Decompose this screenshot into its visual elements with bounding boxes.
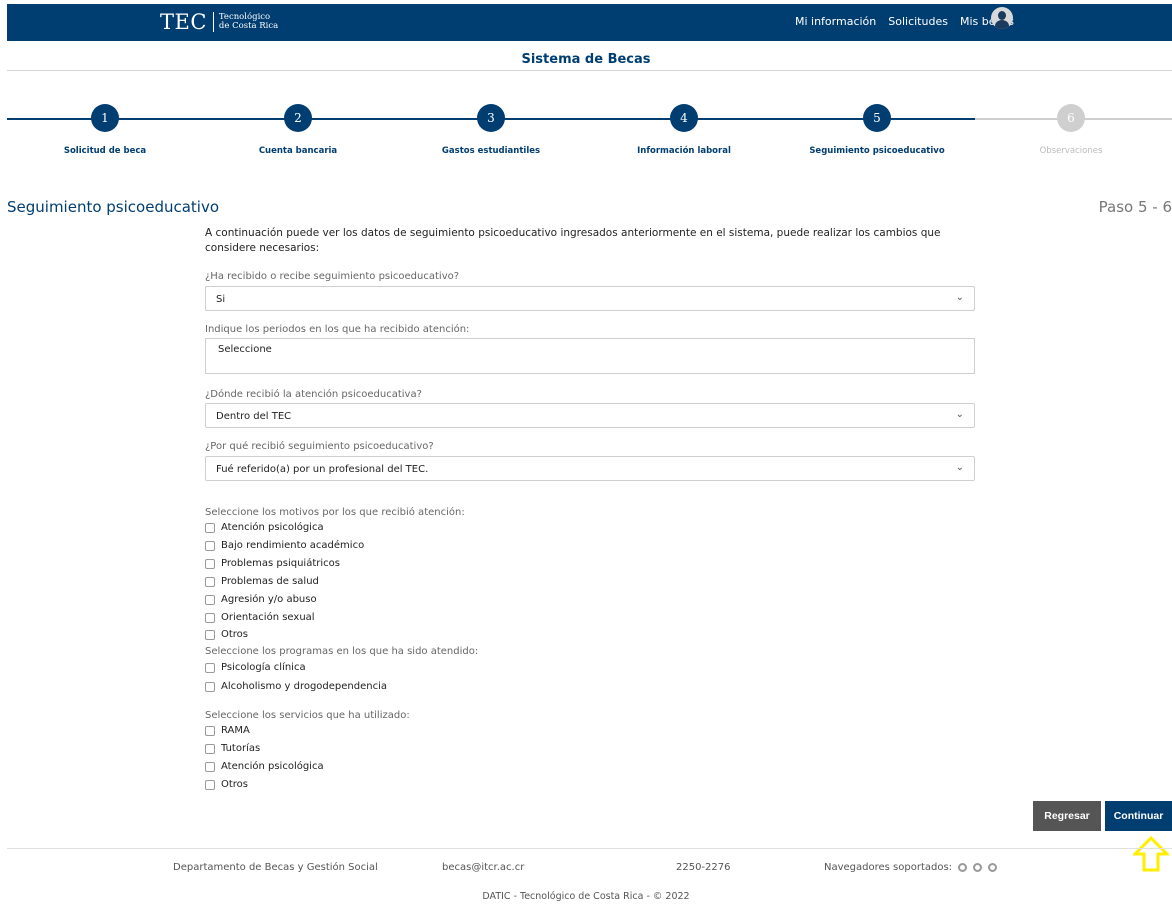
motivo-checkbox[interactable]: Orientación sexual (205, 612, 315, 623)
motivo-checkbox[interactable]: Problemas de salud (205, 576, 319, 587)
motivo-label: Orientación sexual (221, 612, 315, 623)
edge-icon (988, 863, 998, 872)
motivo-label: Agresión y/o abuso (221, 594, 317, 605)
footer-phone: 2250-2276 (676, 862, 731, 873)
motivo-label: Atención psicológica (221, 522, 324, 533)
step-2-circle[interactable]: 2 (284, 104, 312, 132)
q3-label: ¿Dónde recibió la atención psicoeducativ… (205, 389, 422, 400)
programa-label: Alcoholismo y drogodependencia (221, 681, 387, 692)
q3-value: Dentro del TEC (216, 411, 292, 422)
footer-divider (7, 848, 1172, 849)
q2-periods-multiselect[interactable]: Seleccione (205, 338, 975, 374)
checkbox-icon[interactable] (205, 612, 215, 623)
servicios-label: Seleccione los servicios que ha utilizad… (205, 710, 410, 721)
motivo-label: Problemas psiquiátricos (221, 558, 340, 569)
continue-button[interactable]: Continuar (1105, 801, 1172, 831)
servicio-label: RAMA (221, 725, 250, 736)
checkbox-icon[interactable] (205, 743, 215, 754)
servicio-label: Tutorías (221, 743, 261, 754)
system-title: Sistema de Becas (521, 52, 651, 67)
back-button[interactable]: Regresar (1033, 801, 1101, 831)
logo-subtitle-line2: de Costa Rica (218, 21, 279, 31)
logo-text: TEC (160, 10, 207, 34)
checkbox-icon[interactable] (205, 629, 215, 640)
checkbox-icon[interactable] (205, 594, 215, 605)
checkbox-icon[interactable] (205, 761, 215, 772)
q4-value: Fué referido(a) por un profesional del T… (216, 464, 429, 475)
servicio-checkbox[interactable]: RAMA (205, 725, 250, 736)
firefox-icon (973, 863, 983, 872)
checkbox-icon[interactable] (205, 662, 215, 673)
motivo-checkbox[interactable]: Agresión y/o abuso (205, 594, 317, 605)
step-1-label: Solicitud de beca (63, 146, 147, 156)
chevron-down-icon: ⌄ (955, 409, 964, 420)
servicio-checkbox[interactable]: Atención psicológica (205, 761, 324, 772)
footer-copyright: DATIC - Tecnológico de Costa Rica - © 20… (482, 891, 690, 902)
step-4-circle[interactable]: 4 (670, 104, 698, 132)
servicio-label: Atención psicológica (221, 761, 324, 772)
step-6-circle: 6 (1057, 104, 1085, 132)
tec-logo[interactable]: TEC Tecnológico de Costa Rica (160, 10, 278, 34)
chrome-icon (958, 863, 968, 872)
checkbox-icon[interactable] (205, 725, 215, 736)
step-3-label: Gastos estudiantiles (441, 146, 541, 156)
nav-solicitudes[interactable]: Solicitudes (888, 15, 948, 28)
footer-browsers-label: Navegadores soportados: (824, 862, 953, 873)
chevron-down-icon: ⌄ (955, 292, 964, 303)
q1-select[interactable]: Si ⌄ (205, 286, 975, 311)
motivo-checkbox[interactable]: Problemas psiquiátricos (205, 558, 340, 569)
step-2-label: Cuenta bancaria (258, 146, 338, 156)
checkbox-icon[interactable] (205, 558, 215, 569)
step-4-label: Información laboral (637, 146, 731, 156)
section-title: Seguimiento psicoeducativo (7, 198, 220, 216)
checkbox-icon[interactable] (205, 779, 215, 790)
q4-select[interactable]: Fué referido(a) por un profesional del T… (205, 456, 975, 481)
programa-checkbox[interactable]: Alcoholismo y drogodependencia (205, 681, 387, 692)
step-5-label: Seguimiento psicoeducativo (809, 146, 945, 156)
step-1-circle[interactable]: 1 (91, 104, 119, 132)
user-avatar-icon[interactable] (991, 7, 1013, 29)
footer-browsers: Navegadores soportados: (824, 862, 998, 873)
motivos-label: Seleccione los motivos por los que recib… (205, 507, 465, 518)
checkbox-icon[interactable] (205, 540, 215, 551)
highlight-arrow-icon (1133, 836, 1169, 872)
motivo-checkbox[interactable]: Otros (205, 629, 248, 640)
q3-select[interactable]: Dentro del TEC ⌄ (205, 403, 975, 428)
checkbox-icon[interactable] (205, 576, 215, 587)
step-6-label: Observaciones (1039, 146, 1103, 156)
chevron-down-icon: ⌄ (955, 462, 964, 473)
motivo-checkbox[interactable]: Bajo rendimiento académico (205, 540, 364, 551)
logo-divider (212, 12, 214, 32)
step-5-circle[interactable]: 5 (863, 104, 891, 132)
checkbox-icon[interactable] (205, 522, 215, 533)
motivo-checkbox[interactable]: Atención psicológica (205, 522, 324, 533)
title-divider (7, 70, 1172, 71)
footer-department: Departamento de Becas y Gestión Social (173, 862, 378, 873)
q4-label: ¿Por qué recibió seguimiento psicoeducat… (205, 441, 434, 452)
q2-placeholder: Seleccione (218, 344, 272, 355)
step-3-circle[interactable]: 3 (477, 104, 505, 132)
top-nav: Mi información Solicitudes Mis becas (795, 15, 1014, 28)
q1-value: Si (216, 294, 226, 305)
motivo-label: Problemas de salud (221, 576, 319, 587)
footer-email[interactable]: becas@itcr.ac.cr (442, 862, 524, 873)
q2-label: Indique los periodos en los que ha recib… (205, 324, 470, 335)
programa-checkbox[interactable]: Psicología clínica (205, 662, 306, 673)
programas-label: Seleccione los programas en los que ha s… (205, 646, 479, 657)
motivo-label: Bajo rendimiento académico (221, 540, 365, 551)
logo-subtitle: Tecnológico de Costa Rica (219, 13, 278, 31)
motivo-label: Otros (221, 629, 249, 640)
step-indicator: Paso 5 - 6 (1098, 198, 1172, 216)
nav-mi-informacion[interactable]: Mi información (795, 15, 876, 28)
servicio-checkbox[interactable]: Otros (205, 779, 248, 790)
checkbox-icon[interactable] (205, 681, 215, 692)
servicio-checkbox[interactable]: Tutorías (205, 743, 260, 754)
q1-label: ¿Ha recibido o recibe seguimiento psicoe… (205, 271, 460, 282)
intro-text: A continuación puede ver los datos de se… (205, 227, 941, 254)
programa-label: Psicología clínica (221, 662, 306, 673)
servicio-label: Otros (221, 779, 249, 790)
